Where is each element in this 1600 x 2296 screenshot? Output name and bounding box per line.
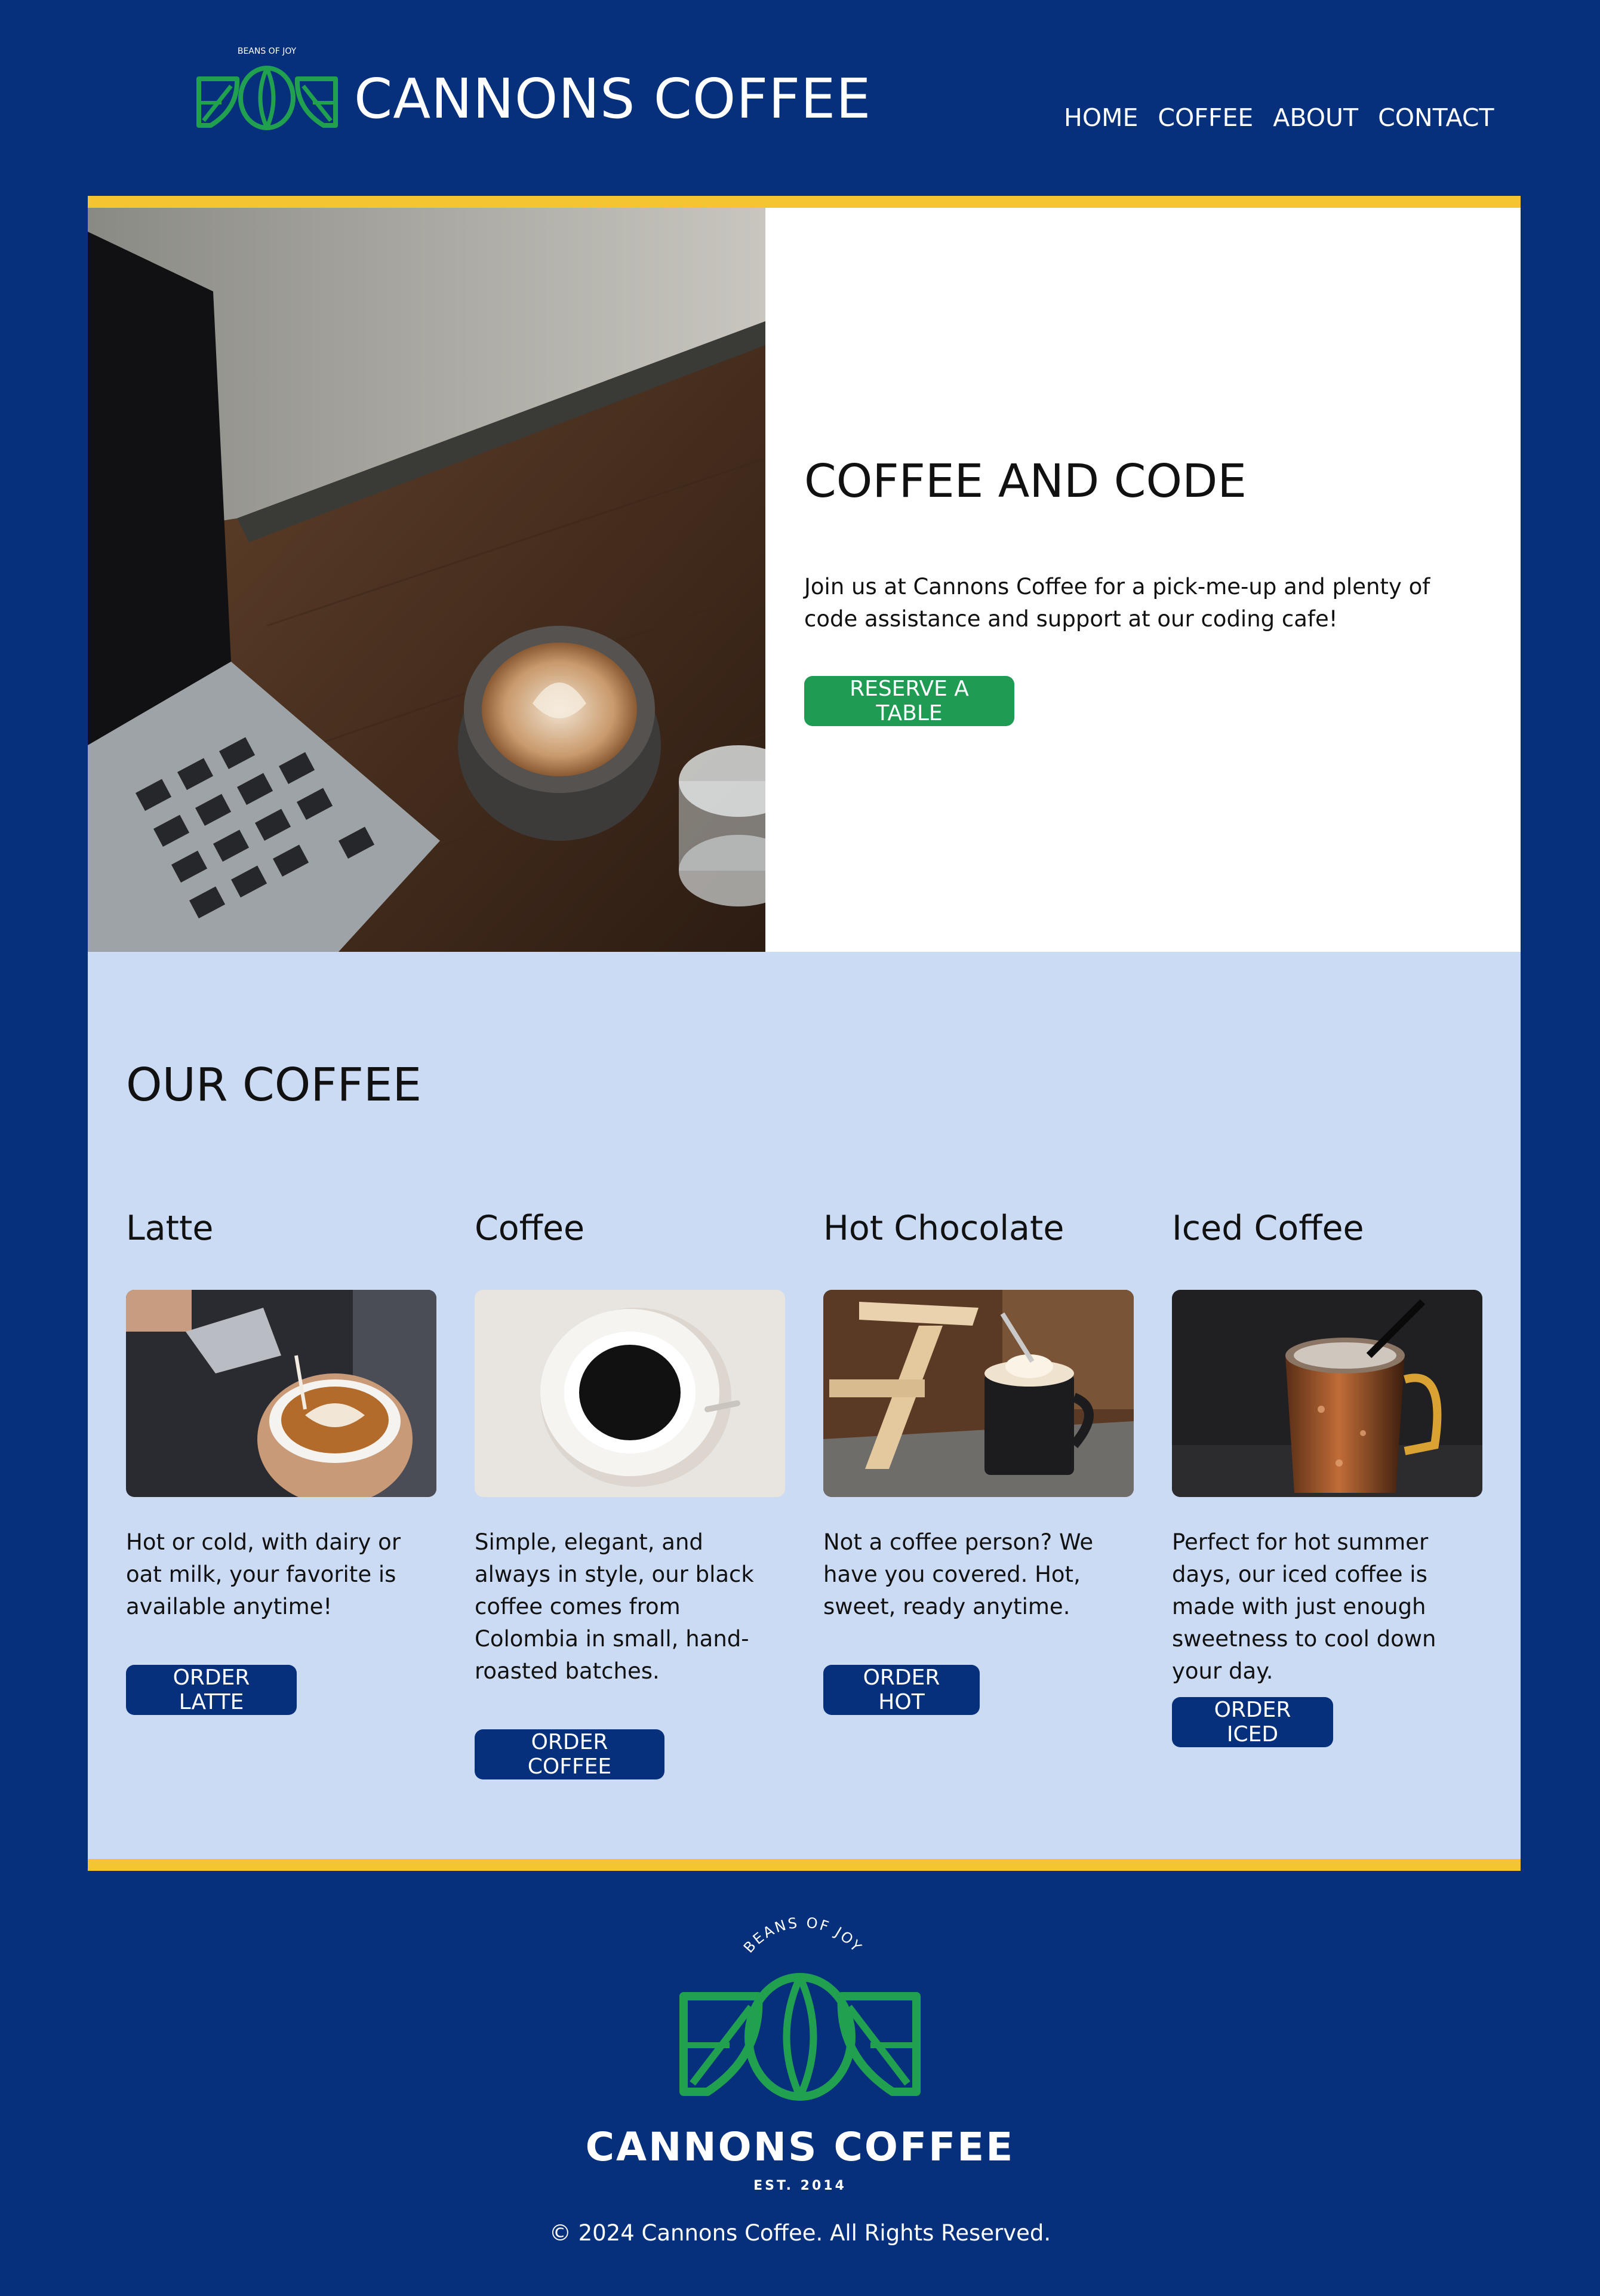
footer-logo-icon: BEANS OF JOY CANNONS COFFEE EST. 2014 bbox=[586, 1914, 1015, 2193]
nav-link-home[interactable]: HOME bbox=[1064, 106, 1138, 130]
order-coffee-button[interactable]: ORDER COFFEE bbox=[475, 1729, 664, 1779]
card-title: Iced Coffee bbox=[1172, 1209, 1364, 1248]
card-description: Perfect for hot summer days, our iced co… bbox=[1172, 1529, 1436, 1684]
order-latte-button[interactable]: ORDER LATTE bbox=[126, 1665, 297, 1715]
main-content: COFFEE AND CODE Join us at Cannons Coffe… bbox=[88, 196, 1521, 1871]
hero-text: COFFEE AND CODE Join us at Cannons Coffe… bbox=[804, 208, 1473, 952]
card-description: Hot or cold, with dairy or oat milk, you… bbox=[126, 1529, 401, 1619]
our-coffee-section: OUR COFFEE Latte Hot or cold, with dairy… bbox=[88, 952, 1521, 1859]
copyright-text: © 2024 Cannons Coffee. All Rights Reserv… bbox=[549, 2220, 1051, 2246]
latte-image bbox=[126, 1290, 436, 1497]
hero-image bbox=[88, 208, 765, 952]
site-header: BEANS OF JOY CANNONS COFFEE HOME COFFEE … bbox=[0, 0, 1600, 197]
footer-brand-name: CANNONS COFFEE bbox=[586, 2124, 1015, 2170]
brand-title[interactable]: CANNONS COFFEE bbox=[354, 72, 871, 127]
accent-divider-top bbox=[88, 196, 1521, 208]
reserve-table-button[interactable]: RESERVE A TABLE bbox=[804, 676, 1014, 726]
nav-link-about[interactable]: ABOUT bbox=[1273, 106, 1358, 130]
hero-description: Join us at Cannons Coffee for a pick-me-… bbox=[804, 574, 1430, 632]
card-title: Latte bbox=[126, 1209, 214, 1248]
card-title: Hot Chocolate bbox=[823, 1209, 1064, 1248]
hero-title: COFFEE AND CODE bbox=[804, 455, 1247, 508]
card-description: Not a coffee person? We have you covered… bbox=[823, 1529, 1094, 1619]
hot-chocolate-image bbox=[823, 1290, 1134, 1497]
nav-link-contact[interactable]: CONTACT bbox=[1378, 106, 1494, 130]
logo-icon[interactable]: BEANS OF JOY bbox=[194, 36, 340, 131]
hero-section: COFFEE AND CODE Join us at Cannons Coffe… bbox=[88, 208, 1521, 952]
card-title: Coffee bbox=[475, 1209, 585, 1248]
logo-tagline: BEANS OF JOY bbox=[238, 47, 297, 56]
main-nav: HOME COFFEE ABOUT CONTACT bbox=[1064, 106, 1494, 130]
order-hot-button[interactable]: ORDER HOT bbox=[823, 1665, 980, 1715]
nav-link-coffee[interactable]: COFFEE bbox=[1158, 106, 1253, 130]
section-title: OUR COFFEE bbox=[126, 1059, 422, 1112]
card-description: Simple, elegant, and always in style, ou… bbox=[475, 1529, 754, 1684]
black-coffee-image bbox=[475, 1290, 785, 1497]
footer-established: EST. 2014 bbox=[753, 2178, 847, 2193]
order-iced-button[interactable]: ORDER ICED bbox=[1172, 1697, 1333, 1747]
iced-coffee-image bbox=[1172, 1290, 1482, 1497]
site-footer: BEANS OF JOY CANNONS COFFEE EST. 2014 © … bbox=[0, 1871, 1600, 2296]
footer-logo-tagline: BEANS OF JOY bbox=[740, 1914, 866, 1956]
accent-divider-bottom bbox=[88, 1859, 1521, 1871]
